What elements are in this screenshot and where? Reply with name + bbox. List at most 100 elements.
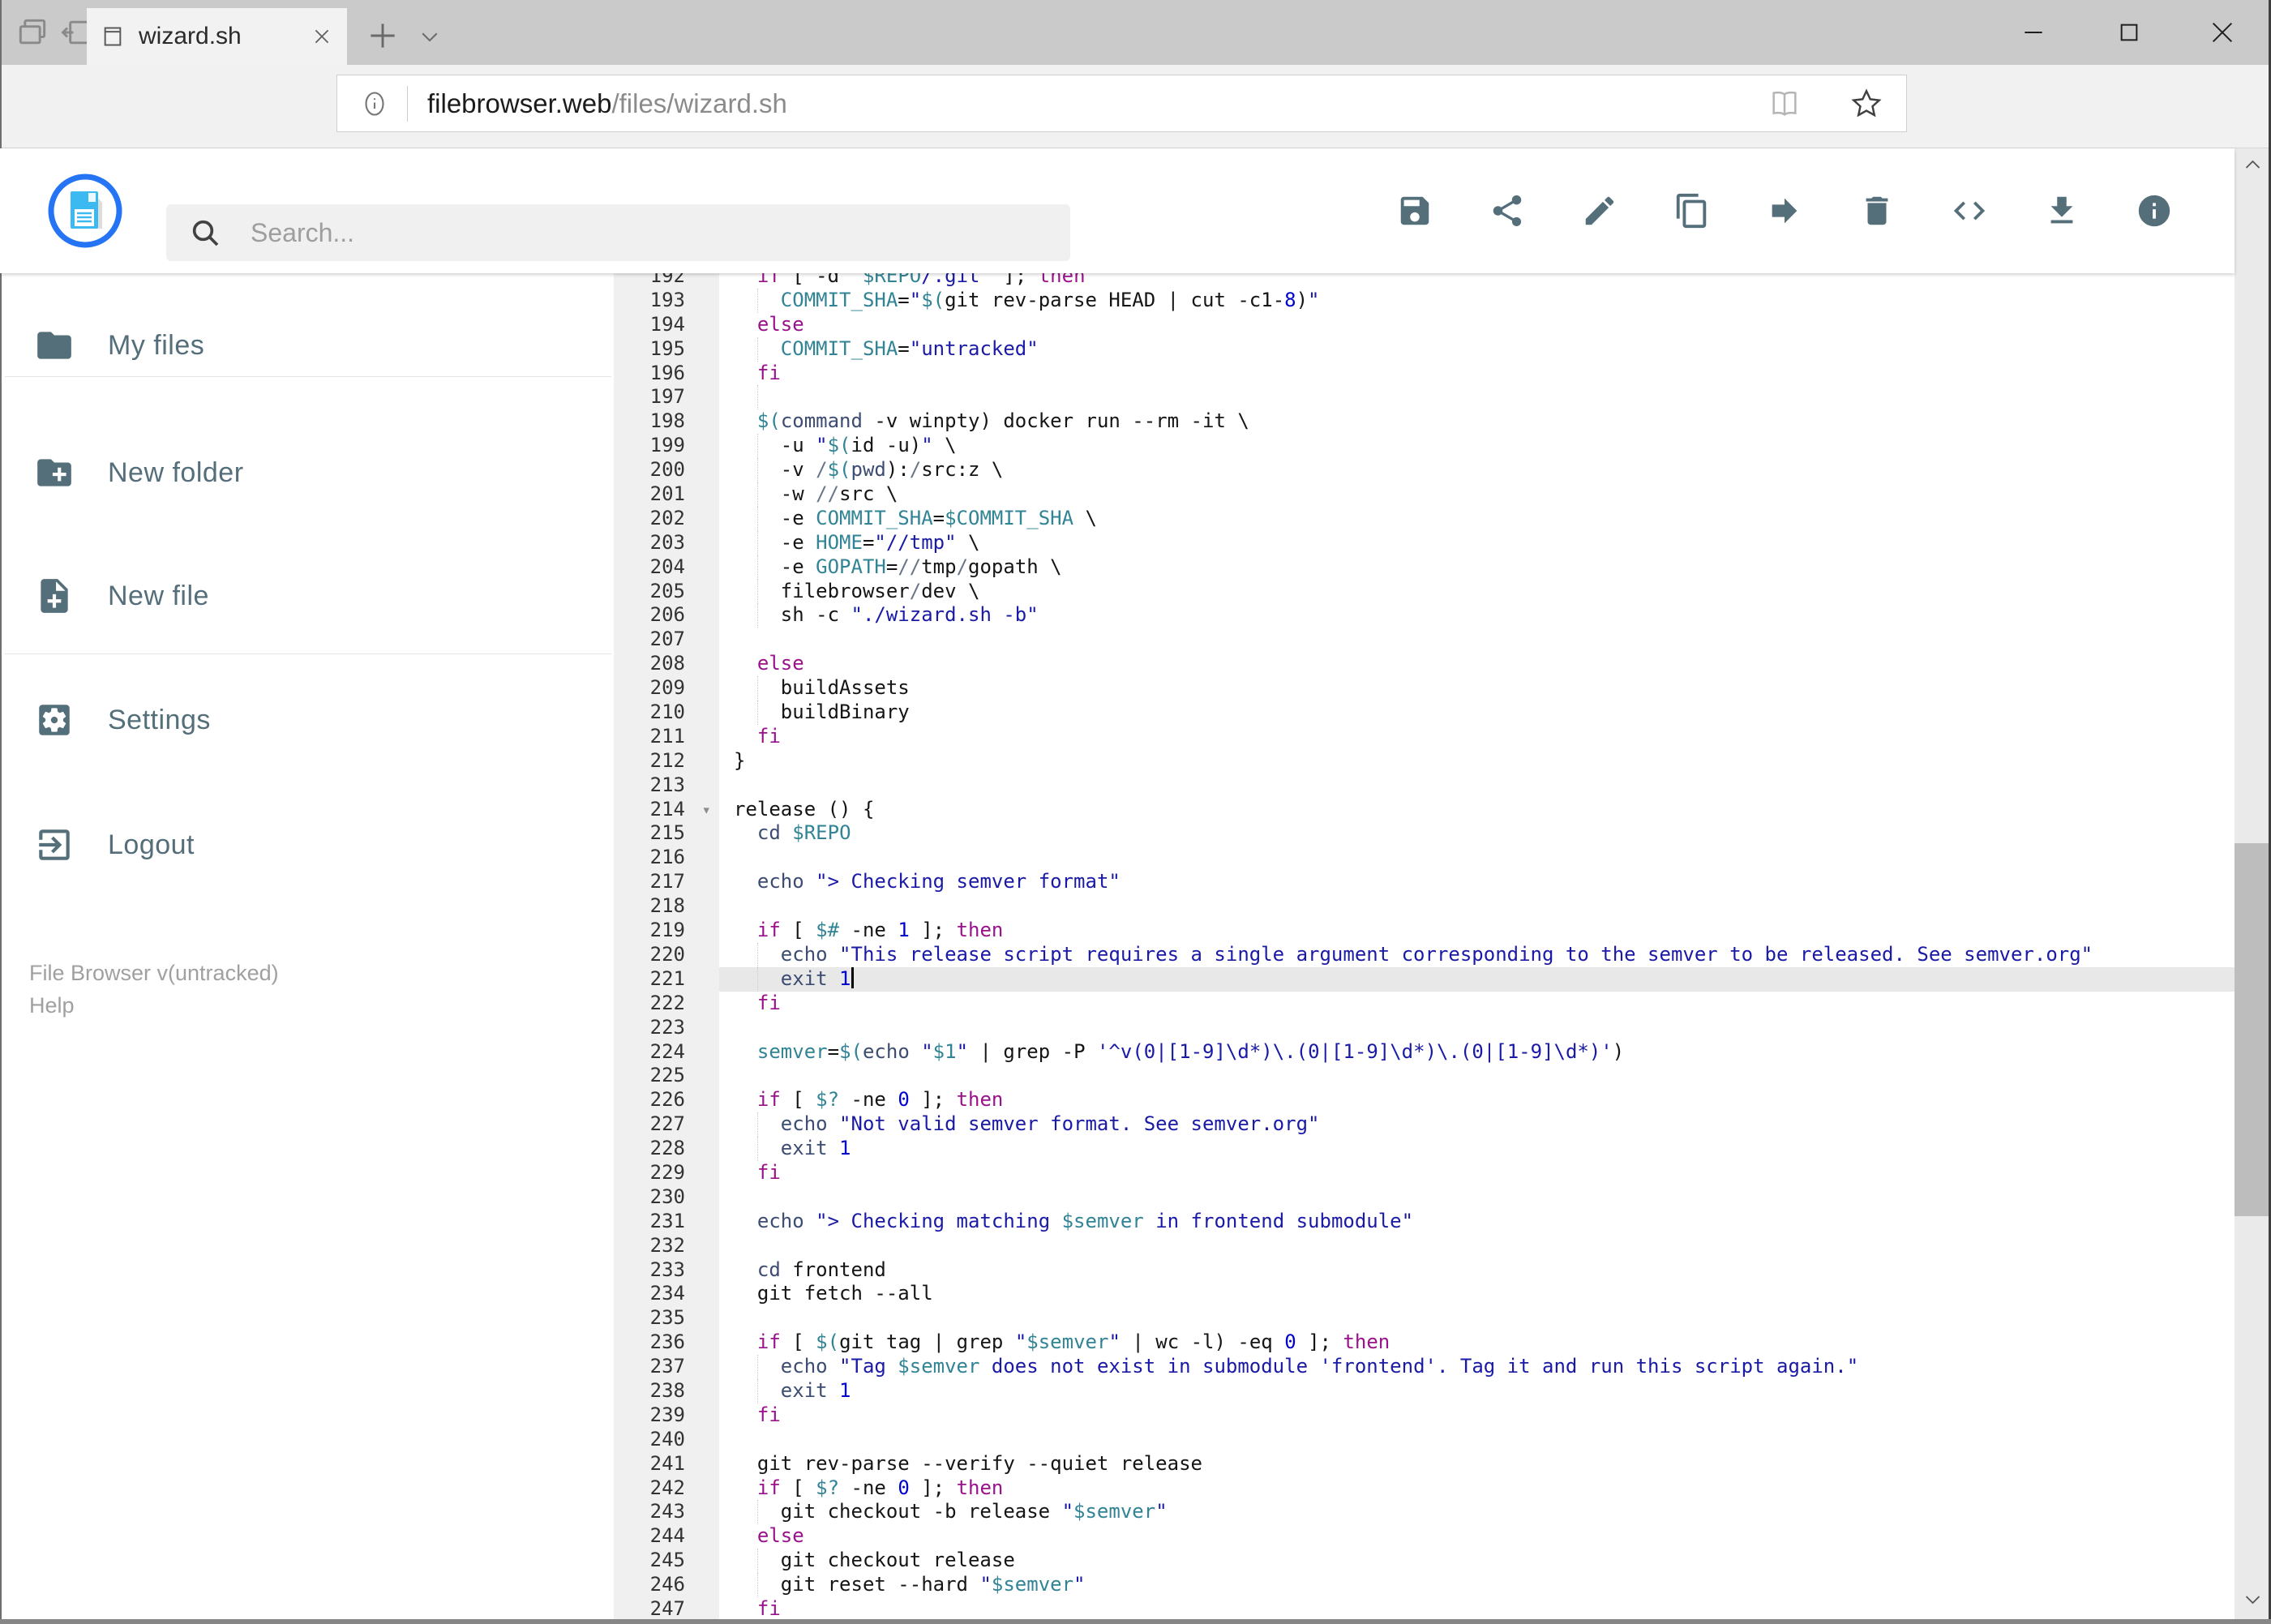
code-line-text[interactable]: exit 1 <box>719 966 2235 992</box>
sidebar-item-settings[interactable]: Settings <box>0 696 614 744</box>
scroll-down-icon[interactable] <box>2239 1590 2266 1609</box>
code-line-text[interactable]: buildBinary <box>719 701 2235 725</box>
code-line-text[interactable]: if [ $# -ne 1 ]; then <box>719 919 2235 943</box>
code-line-text[interactable]: fi <box>719 992 2235 1016</box>
code-line-text[interactable]: echo "Not valid semver format. See semve… <box>719 1112 2235 1138</box>
code-line-text[interactable] <box>719 628 2235 652</box>
code-line-text[interactable]: else <box>719 1524 2235 1549</box>
window-close-button[interactable] <box>2200 11 2245 54</box>
code-line-text[interactable]: fi <box>719 362 2235 386</box>
move-icon[interactable] <box>1766 192 1803 229</box>
code-line-text[interactable]: } <box>719 749 2235 773</box>
code-line-text[interactable]: fi <box>719 725 2235 749</box>
edit-icon[interactable] <box>1581 192 1618 229</box>
window-minimize-button[interactable] <box>2011 11 2056 54</box>
sidebar-item-new-folder[interactable]: New folder <box>0 448 614 497</box>
editor-line-202: 202 -e COMMIT_SHA=$COMMIT_SHA \ <box>614 506 2235 531</box>
site-info-icon[interactable] <box>360 89 389 118</box>
code-line-text[interactable]: git rev-parse --verify --quiet release <box>719 1452 2235 1476</box>
tab-list-chevron-icon[interactable] <box>415 24 444 49</box>
editor-line-195: 195 COMMIT_SHA="untracked" <box>614 336 2235 362</box>
code-line-text[interactable]: echo "Tag $semver does not exist in subm… <box>719 1355 2235 1379</box>
code-line-text[interactable] <box>719 1185 2235 1210</box>
browser-tab[interactable]: wizard.sh <box>87 8 347 65</box>
code-line-text[interactable] <box>719 1428 2235 1452</box>
sidebar-item-my-files[interactable]: My files <box>0 321 614 370</box>
code-line-text[interactable] <box>719 1306 2235 1330</box>
code-line-text[interactable] <box>719 1064 2235 1088</box>
code-line-text[interactable]: git reset --hard "$semver" <box>719 1573 2235 1597</box>
code-line-text[interactable]: -w //src \ <box>719 482 2235 507</box>
code-line-text[interactable]: git checkout release <box>719 1549 2235 1574</box>
tab-close-icon[interactable] <box>311 26 332 47</box>
code-icon[interactable] <box>1951 192 1988 229</box>
scroll-up-icon[interactable] <box>2239 155 2266 174</box>
code-line-text[interactable]: $(command -v winpty) docker run --rm -it… <box>719 409 2235 434</box>
window-maximize-button[interactable] <box>2106 11 2152 54</box>
code-line-text[interactable] <box>719 1234 2235 1258</box>
code-line-text[interactable]: git fetch --all <box>719 1282 2235 1306</box>
share-icon[interactable] <box>1489 192 1526 229</box>
code-line-text[interactable]: -e HOME="//tmp" \ <box>719 530 2235 555</box>
search-input[interactable] <box>251 217 980 248</box>
info-icon[interactable] <box>2136 192 2173 229</box>
gutter-line-number: 220 <box>614 942 719 967</box>
editor-line-232: 232 <box>614 1233 2235 1258</box>
scrollbar-thumb[interactable] <box>2235 843 2271 1216</box>
code-line-text[interactable]: if [ $? -ne 0 ]; then <box>719 1088 2235 1112</box>
sidebar-item-new-file[interactable]: New file <box>0 572 614 620</box>
code-line-text[interactable]: exit 1 <box>719 1137 2235 1161</box>
code-line-text[interactable]: fi <box>719 1597 2235 1622</box>
editor-line-204: 204 -e GOPATH=//tmp/gopath \ <box>614 555 2235 580</box>
code-line-text[interactable]: echo "> Checking semver format" <box>719 870 2235 894</box>
sidebar-item-logout[interactable]: Logout <box>0 821 614 869</box>
sidebar-item-label: My files <box>108 329 205 361</box>
code-line-text[interactable]: if [ -d "$REPO/.git" ]; then <box>719 273 2235 289</box>
search-bar[interactable] <box>166 204 1070 261</box>
add-favorite-star-icon[interactable] <box>1849 87 1883 121</box>
code-line-text[interactable]: git checkout -b release "$semver" <box>719 1500 2235 1525</box>
code-line-text[interactable]: sh -c "./wizard.sh -b" <box>719 603 2235 628</box>
download-icon[interactable] <box>2043 192 2080 229</box>
code-line-text[interactable]: semver=$(echo "$1" | grep -P '^v(0|[1-9]… <box>719 1040 2235 1065</box>
gutter-line-number: 196 <box>614 361 719 386</box>
code-line-text[interactable]: cd frontend <box>719 1258 2235 1283</box>
code-editor[interactable]: 192 if [ -d "$REPO/.git" ]; then 193 COMM… <box>614 273 2235 1624</box>
code-line-text[interactable]: COMMIT_SHA="$(git rev-parse HEAD | cut -… <box>719 288 2235 313</box>
code-line-text[interactable] <box>719 846 2235 870</box>
indent-guide <box>757 1549 758 1574</box>
gutter-line-number: 193 <box>614 288 719 313</box>
code-line-text[interactable]: buildAssets <box>719 676 2235 701</box>
code-line-text[interactable]: -e GOPATH=//tmp/gopath \ <box>719 555 2235 580</box>
code-line-text[interactable]: fi <box>719 1403 2235 1428</box>
help-link[interactable]: Help <box>29 989 279 1022</box>
code-line-text[interactable] <box>719 1016 2235 1040</box>
code-line-text[interactable]: if [ $(git tag | grep "$semver" | wc -l)… <box>719 1330 2235 1355</box>
code-line-text[interactable]: filebrowser/dev \ <box>719 579 2235 604</box>
code-line-text[interactable]: echo "This release script requires a sin… <box>719 942 2235 967</box>
code-line-text[interactable] <box>719 773 2235 798</box>
code-line-text[interactable]: else <box>719 313 2235 337</box>
fold-arrow-icon[interactable]: ▾ <box>702 799 711 823</box>
code-line-text[interactable]: cd $REPO <box>719 821 2235 846</box>
filebrowser-logo[interactable] <box>46 172 124 250</box>
code-line-text[interactable]: if [ $? -ne 0 ]; then <box>719 1476 2235 1501</box>
code-line-text[interactable]: exit 1 <box>719 1378 2235 1403</box>
new-tab-icon[interactable] <box>365 18 401 54</box>
code-line-text[interactable]: -v /$(pwd):/src:z \ <box>719 458 2235 483</box>
code-line-text[interactable] <box>719 385 2235 410</box>
code-line-text[interactable]: release () { <box>719 798 2235 822</box>
code-line-text[interactable]: fi <box>719 1161 2235 1185</box>
delete-icon[interactable] <box>1858 192 1896 229</box>
code-line-text[interactable]: echo "> Checking matching $semver in fro… <box>719 1210 2235 1234</box>
code-line-text[interactable] <box>719 894 2235 919</box>
copy-icon[interactable] <box>1673 192 1711 229</box>
save-icon[interactable] <box>1396 192 1433 229</box>
code-line-text[interactable]: else <box>719 652 2235 676</box>
page-scrollbar[interactable] <box>2235 148 2271 1624</box>
address-bar[interactable]: filebrowser.web/files/wizard.sh <box>336 75 1907 132</box>
code-line-text[interactable]: COMMIT_SHA="untracked" <box>719 336 2235 362</box>
tab-preview-icon[interactable] <box>15 15 50 50</box>
code-line-text[interactable]: -u "$(id -u)" \ <box>719 434 2235 459</box>
code-line-text[interactable]: -e COMMIT_SHA=$COMMIT_SHA \ <box>719 506 2235 531</box>
